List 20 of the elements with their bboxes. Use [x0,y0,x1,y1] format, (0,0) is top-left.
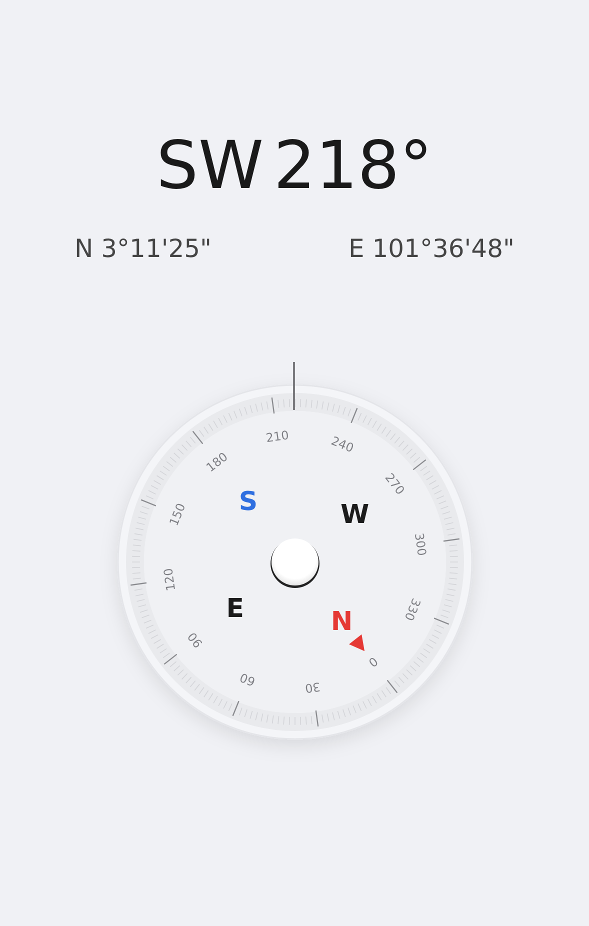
degree-label: 210 [265,428,290,446]
degree-label: 60 [238,670,258,689]
heading-direction: SW [156,126,264,206]
degree-label: 0 [366,654,380,670]
center-knob [270,538,320,588]
heading-degrees: 218° [274,126,433,206]
degree-label: 150 [166,501,188,528]
degree-label: 120 [161,567,178,592]
degree-label: 90 [184,630,206,650]
degree-label: 300 [412,532,429,557]
cardinal-letter: W [340,500,370,530]
degree-label: 30 [304,680,322,696]
degree-label: 330 [402,596,424,623]
cardinal-letter: S [238,487,258,518]
degree-label: 180 [204,450,230,475]
longitude-text: E 101°36'48" [348,233,514,265]
latitude-text: N 3°11'25" [74,233,212,265]
cardinal-letter: N [330,606,353,637]
cardinal-letter: E [226,594,244,624]
degree-label: 240 [329,434,356,456]
